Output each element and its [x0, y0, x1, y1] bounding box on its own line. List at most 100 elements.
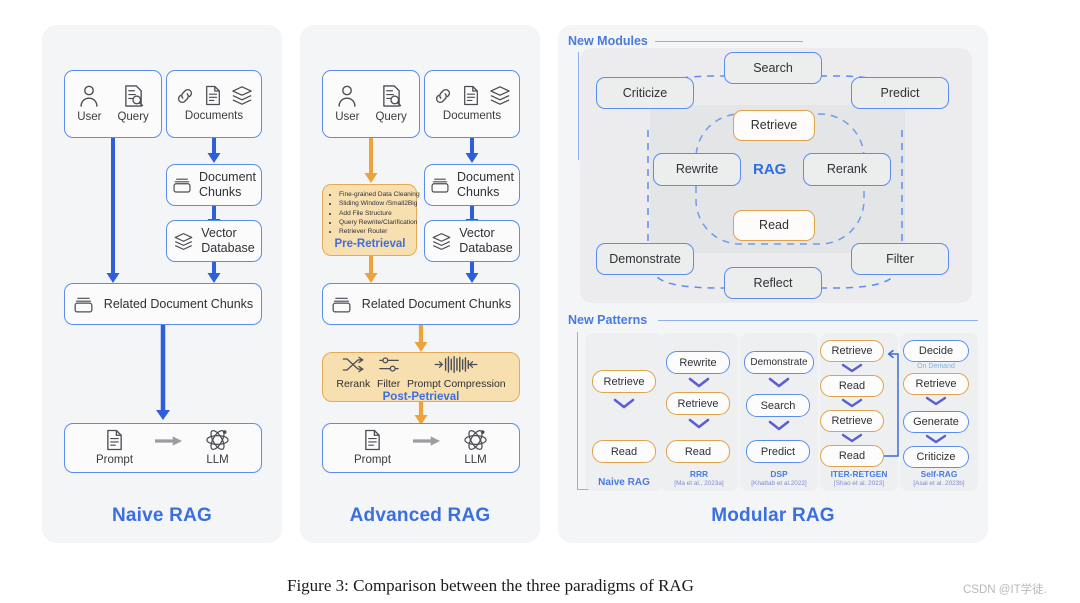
query-icon-cell: Query: [117, 84, 149, 125]
user-icon-cell: User: [77, 84, 101, 125]
section-label-new-patterns: New Patterns: [568, 313, 648, 327]
arrow-related-to-prompt: [156, 325, 170, 421]
pattern-rrr-step-retrieve[interactable]: Retrieve: [666, 392, 730, 415]
arrow-preretrieval-to-related: [364, 256, 378, 284]
naive-prompt-llm-node[interactable]: Prompt LLM: [64, 423, 262, 473]
module-rerank[interactable]: Rerank: [803, 153, 891, 186]
advanced-documents-node[interactable]: Documents: [424, 70, 520, 138]
module-filter-label: Filter: [886, 251, 914, 266]
naive-query-label: Query: [117, 110, 149, 123]
filter-label: Filter: [376, 377, 401, 390]
pre-retrieval-bullet: Retriever Router: [339, 227, 410, 236]
advanced-vector-database-node[interactable]: Vector Database: [424, 220, 520, 262]
pattern-dsp-step-predict[interactable]: Predict: [746, 440, 810, 463]
layers-icon: [174, 232, 193, 250]
chevron-down-icon: [841, 433, 863, 444]
chevron-down-icon: [925, 396, 947, 407]
pattern-rrr-step-rewrite[interactable]: Rewrite: [666, 351, 730, 374]
pattern-step-label: Read: [838, 450, 866, 462]
module-search[interactable]: Search: [724, 52, 822, 84]
naive-vectordb-line1: Vector: [201, 226, 237, 241]
pattern-step-label: Predict: [760, 445, 796, 458]
pattern-citation-rrr: [Ma et al., 2023a]: [674, 480, 724, 487]
query-icon: [382, 85, 401, 107]
panel-title-naive: Naive RAG: [111, 505, 212, 526]
module-read[interactable]: Read: [733, 210, 815, 241]
advanced-chunks-line2: Chunks: [457, 185, 500, 199]
pattern-self-step-criticize[interactable]: Criticize: [903, 446, 969, 468]
pattern-col-naive-rag: [585, 333, 663, 491]
naive-user-query-node[interactable]: User Query: [64, 70, 162, 138]
chevron-down-icon: [768, 420, 790, 432]
module-reflect-label: Reflect: [753, 275, 793, 290]
advanced-related-chunks-node[interactable]: Related Document Chunks: [322, 283, 520, 325]
advanced-query-label: Query: [375, 110, 407, 123]
pre-retrieval-stage-label: Pre-Retrieval: [334, 237, 406, 250]
advanced-vectordb-line1: Vector: [459, 226, 495, 241]
arrow-related-to-postretrieval: [414, 325, 428, 353]
pre-retrieval-bullet-list: Fine-grained Data Cleaning Sliding Windo…: [330, 190, 420, 237]
naive-related-chunks-node[interactable]: Related Document Chunks: [64, 283, 262, 325]
arrow-vectordb-to-related-chunks: [207, 262, 221, 284]
chunks-icon: [431, 178, 449, 193]
pattern-iter-step-read-1[interactable]: Read: [820, 375, 884, 397]
pattern-iter-step-read-2[interactable]: Read: [820, 445, 884, 467]
pattern-iter-step-retrieve-2[interactable]: Retrieve: [820, 410, 884, 432]
module-search-label: Search: [753, 60, 793, 75]
llm-icon: [206, 430, 229, 451]
rag-center-label: RAG: [753, 161, 787, 178]
naive-documents-label: Documents: [184, 109, 244, 122]
advanced-prompt-llm-node[interactable]: Prompt LLM: [322, 423, 520, 473]
prompt-icon: [365, 429, 380, 450]
module-rewrite[interactable]: Rewrite: [653, 153, 741, 186]
chunks-icon: [332, 297, 351, 313]
naive-document-chunks-node[interactable]: Document Chunks: [166, 164, 262, 206]
advanced-document-chunks-node[interactable]: Document Chunks: [424, 164, 520, 206]
advanced-user-label: User: [335, 110, 360, 123]
pattern-step-label: Decide: [918, 345, 954, 357]
new-patterns-rule: [658, 320, 978, 322]
advanced-chunks-line1: Document: [457, 170, 514, 185]
chevron-down-icon: [841, 398, 863, 409]
pattern-step-label: Read: [838, 380, 866, 392]
module-retrieve[interactable]: Retrieve: [733, 110, 815, 141]
module-criticize[interactable]: Criticize: [596, 77, 694, 109]
advanced-post-retrieval-card[interactable]: Rerank Filter Prompt Compression Post-Pe…: [322, 352, 520, 403]
pattern-rrr-step-read[interactable]: Read: [666, 440, 730, 463]
pre-retrieval-bullet: Fine-grained Data Cleaning: [339, 190, 420, 199]
layers-icon: [490, 85, 510, 105]
pattern-dsp-step-demonstrate[interactable]: Demonstrate: [744, 351, 814, 374]
arrow-user-to-preretrieval: [364, 138, 378, 184]
module-predict[interactable]: Predict: [851, 77, 949, 109]
pattern-step-label: Read: [684, 445, 712, 458]
pattern-iter-step-retrieve-1[interactable]: Retrieve: [820, 340, 884, 362]
query-icon: [124, 85, 143, 107]
naive-vector-database-node[interactable]: Vector Database: [166, 220, 262, 262]
module-reflect[interactable]: Reflect: [724, 267, 822, 299]
module-rewrite-label: Rewrite: [675, 162, 719, 177]
pattern-self-step-generate[interactable]: Generate: [903, 411, 969, 433]
module-filter[interactable]: Filter: [851, 243, 949, 275]
pattern-step-label: Generate: [913, 416, 959, 428]
pattern-self-step-decide[interactable]: Decide: [903, 340, 969, 362]
self-rag-on-demand-annotation: On Demand: [917, 363, 955, 370]
pattern-step-label: Search: [760, 399, 796, 412]
naive-documents-node[interactable]: Documents: [166, 70, 262, 138]
module-criticize-label: Criticize: [622, 85, 668, 100]
pattern-self-step-retrieve[interactable]: Retrieve: [903, 373, 969, 395]
arrow-documents-to-chunks: [465, 138, 479, 164]
file-icon: [206, 85, 220, 105]
prompt-icon: [107, 429, 122, 450]
arrow-right-icon: [155, 436, 183, 446]
pattern-dsp-step-search[interactable]: Search: [746, 394, 810, 417]
advanced-pre-retrieval-card[interactable]: Fine-grained Data Cleaning Sliding Windo…: [322, 184, 420, 256]
naive-vectordb-line2: Database: [201, 241, 255, 255]
chevron-down-icon: [841, 363, 863, 374]
filter-cell: Filter: [377, 356, 400, 390]
advanced-related-chunks-label: Related Document Chunks: [361, 296, 512, 311]
module-demonstrate[interactable]: Demonstrate: [596, 243, 694, 275]
pattern-naive-step-retrieve[interactable]: Retrieve: [592, 370, 656, 393]
advanced-user-query-node[interactable]: User Query: [322, 70, 420, 138]
pattern-naive-step-read[interactable]: Read: [592, 440, 656, 463]
chevron-down-icon: [925, 434, 947, 445]
